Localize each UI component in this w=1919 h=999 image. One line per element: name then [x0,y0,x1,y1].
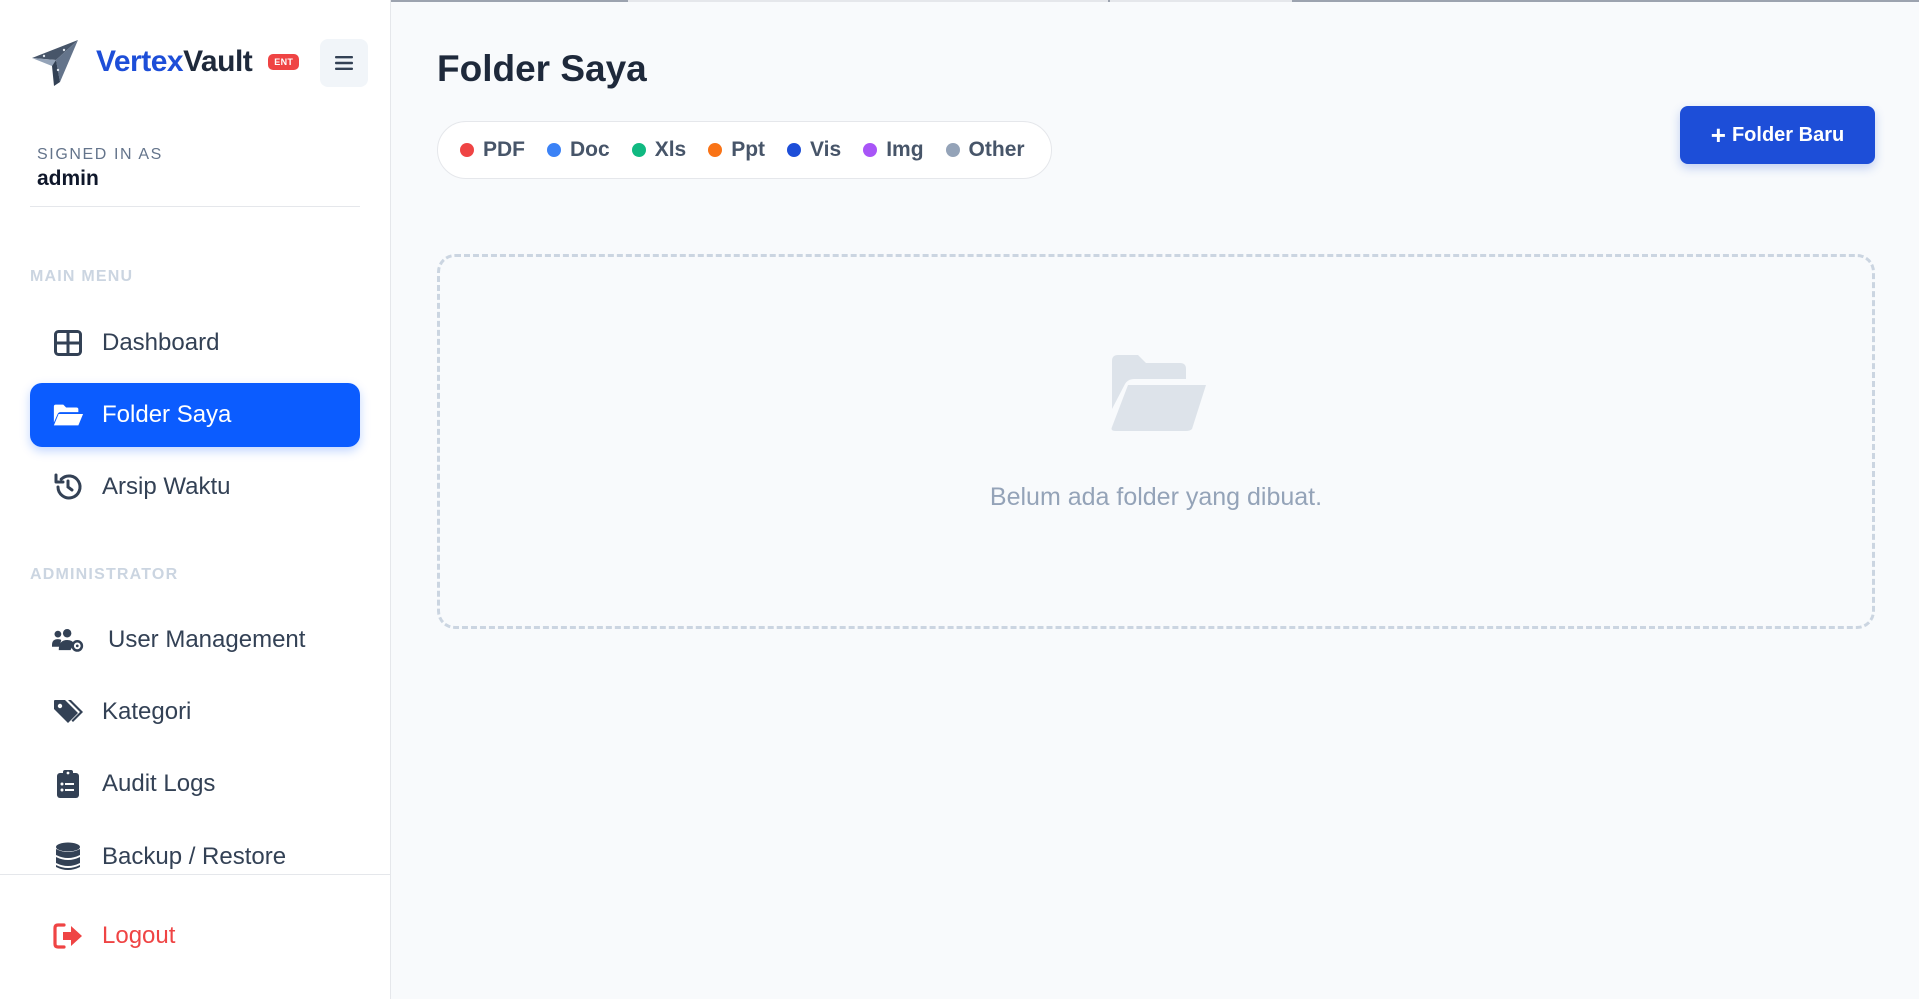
legend-item-other: Other [945,138,1025,162]
legend-dot [945,143,960,157]
legend-dot [631,143,646,157]
brand[interactable]: VertexVault ENT [30,34,370,90]
sidebar-item-dashboard[interactable]: Dashboard [30,311,360,375]
legend-label: PDF [483,138,525,161]
plus-icon: + [1710,120,1726,150]
legend-dot [708,143,723,157]
brand-name-part1: Vertex [96,45,184,78]
dashboard-grid-icon [52,327,84,359]
legend-item-ppt: Ppt [708,138,765,162]
empty-state-message: Belum ada folder yang dibuat. [989,483,1323,511]
brand-name-part2: Vault [183,45,253,78]
sidebar-item-backup-restore[interactable]: Backup / Restore [30,825,360,889]
folder-open-icon [1111,355,1206,431]
sidebar-item-label: Kategori [102,698,192,725]
legend-item-pdf: PDF [460,138,525,162]
empty-state: Belum ada folder yang dibuat. [437,254,1875,629]
top-line-segment [1110,0,1292,2]
new-folder-button[interactable]: + Folder Baru [1680,106,1875,164]
signed-in-label: SIGNED IN AS [37,146,163,163]
sidebar-toggle-button[interactable] [320,39,368,87]
sidebar-item-audit-logs[interactable]: Audit Logs [30,752,360,816]
legend-item-vis: Vis [787,138,841,162]
legend-dot [547,143,561,157]
main-menu-title: MAIN MENU [30,268,134,285]
legend-dot [863,143,878,157]
history-icon [52,471,84,503]
legend-label: Vis [810,138,842,161]
sidebar-item-label: User Management [108,626,306,653]
edition-badge: ENT [268,54,300,70]
folder-open-icon [52,399,84,431]
sidebar-item-label: Backup / Restore [102,843,287,870]
logout-button[interactable]: Logout [30,904,360,968]
brand-name: VertexVault [96,45,253,79]
file-type-legend: PDF Doc Xls Ppt Vis Img Other [437,121,1052,179]
logout-label: Logout [102,922,176,949]
signed-in-username: admin [37,167,99,190]
legend-label: Other [968,138,1025,161]
legend-label: Xls [654,138,687,161]
sidebar-item-user-management[interactable]: User Management [30,608,360,672]
legend-item-xls: Xls [631,138,687,162]
divider [30,206,360,207]
clipboard-list-icon [52,768,84,800]
top-line-segment [628,0,1108,2]
legend-dot [787,143,802,157]
sidebar-item-kategori[interactable]: Kategori [30,680,360,744]
new-folder-label: Folder Baru [1731,123,1845,146]
hamburger-menu-icon [335,56,353,70]
legend-dot [460,143,474,157]
database-icon [52,841,84,873]
legend-item-img: Img [863,138,924,162]
sidebar-item-label: Folder Saya [102,401,232,428]
sidebar-item-label: Arsip Waktu [102,473,231,500]
divider [0,874,391,875]
sign-out-icon [52,920,84,952]
sidebar-item-arsip-waktu[interactable]: Arsip Waktu [30,455,360,519]
vertexvault-logo-icon [32,40,78,86]
legend-label: Ppt [731,138,766,161]
signed-in-block: SIGNED IN AS admin [37,146,163,191]
tags-icon [52,696,84,728]
page-title: Folder Saya [437,48,647,89]
sidebar-item-label: Audit Logs [102,770,216,797]
legend-label: Doc [570,138,610,161]
administrator-title: ADMINISTRATOR [30,566,179,583]
sidebar: VertexVault ENT SIGNED IN AS admin MAIN … [0,0,391,999]
sidebar-item-folder-saya[interactable]: Folder Saya [30,383,360,447]
sidebar-item-label: Dashboard [102,329,220,356]
legend-item-doc: Doc [547,138,610,162]
legend-label: Img [886,138,924,161]
users-cog-icon [52,624,84,656]
